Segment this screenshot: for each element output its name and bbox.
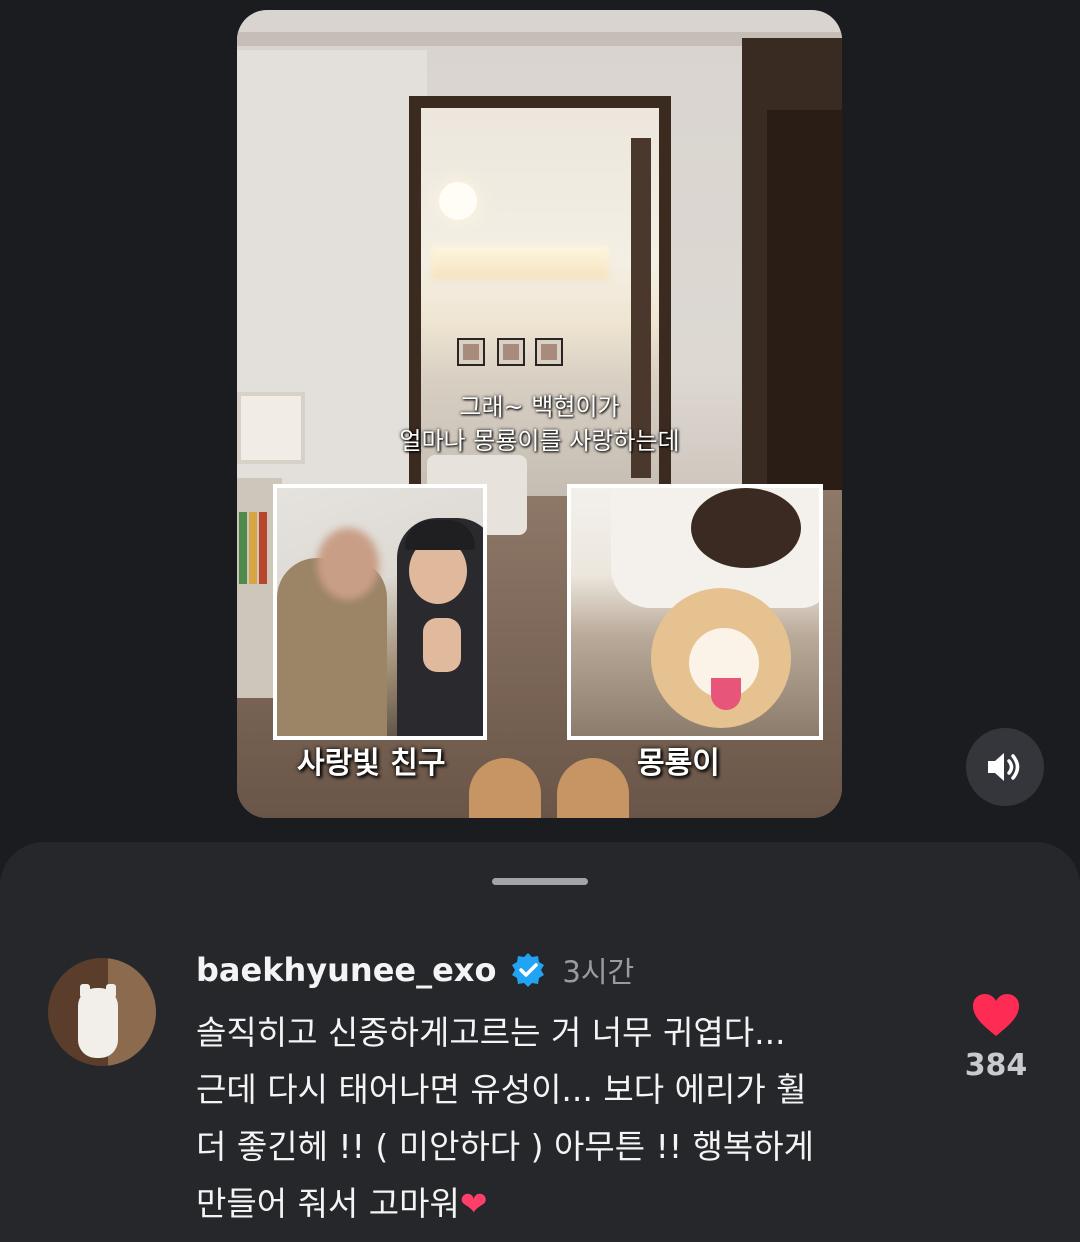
heart-emoji: ❤ xyxy=(459,1184,488,1223)
book xyxy=(239,512,247,584)
slipper xyxy=(557,758,629,818)
dog-tongue xyxy=(711,678,741,710)
book xyxy=(259,512,267,584)
caption-line-2: 얼마나 몽룡이를 사랑하는데 xyxy=(399,427,680,455)
comments-sheet: baekhyunee_exo 3시간 솔직히고 신중하게고르는 거 너무 귀엽다… xyxy=(0,842,1080,1242)
sound-button[interactable] xyxy=(966,728,1044,806)
username[interactable]: baekhyunee_exo xyxy=(196,951,496,989)
comment-text: 솔직히고 신중하게고르는 거 너무 귀엽다... 근데 다시 태어나면 유성이.… xyxy=(196,1004,916,1232)
ceiling-lamp xyxy=(439,182,477,220)
slipper xyxy=(469,758,541,818)
light-strip xyxy=(431,246,609,280)
like-count: 384 xyxy=(964,1048,1028,1083)
caption-line-1: 그래~ 백현이가 xyxy=(459,393,620,421)
comment-body: 솔직히고 신중하게고르는 거 너무 귀엽다... 근데 다시 태어나면 유성이.… xyxy=(196,1013,814,1223)
wall-frame xyxy=(457,338,485,366)
speaker-icon xyxy=(988,753,1020,781)
label-friend: 사랑빛 친구 xyxy=(297,746,446,781)
avatar-dog-ear xyxy=(80,984,90,998)
wall-frame xyxy=(497,338,525,366)
friend-photo xyxy=(273,484,487,740)
avatar-dog xyxy=(78,988,118,1058)
avatar-dog-ear xyxy=(106,984,116,998)
book xyxy=(249,512,257,584)
wall-frame xyxy=(535,338,563,366)
comment-timestamp: 3시간 xyxy=(562,955,635,989)
dog-photo xyxy=(567,484,823,740)
avatar[interactable] xyxy=(48,958,156,1066)
slippers xyxy=(469,758,629,818)
person-hair xyxy=(691,488,801,568)
comment-header: baekhyunee_exo 3시간 xyxy=(196,950,634,990)
video-player[interactable]: 그래~ 백현이가 얼마나 몽룡이를 사랑하는데 사랑빛 친구 몽룡이 xyxy=(237,10,842,818)
cap xyxy=(405,520,475,550)
blurred-face xyxy=(317,528,379,600)
peace-sign-hand xyxy=(423,618,461,672)
like-group: 384 xyxy=(960,992,1032,1083)
label-dog: 몽룡이 xyxy=(637,746,720,781)
heart-icon[interactable] xyxy=(971,992,1021,1038)
verified-badge-icon xyxy=(512,953,545,987)
sheet-drag-handle[interactable] xyxy=(492,878,588,885)
